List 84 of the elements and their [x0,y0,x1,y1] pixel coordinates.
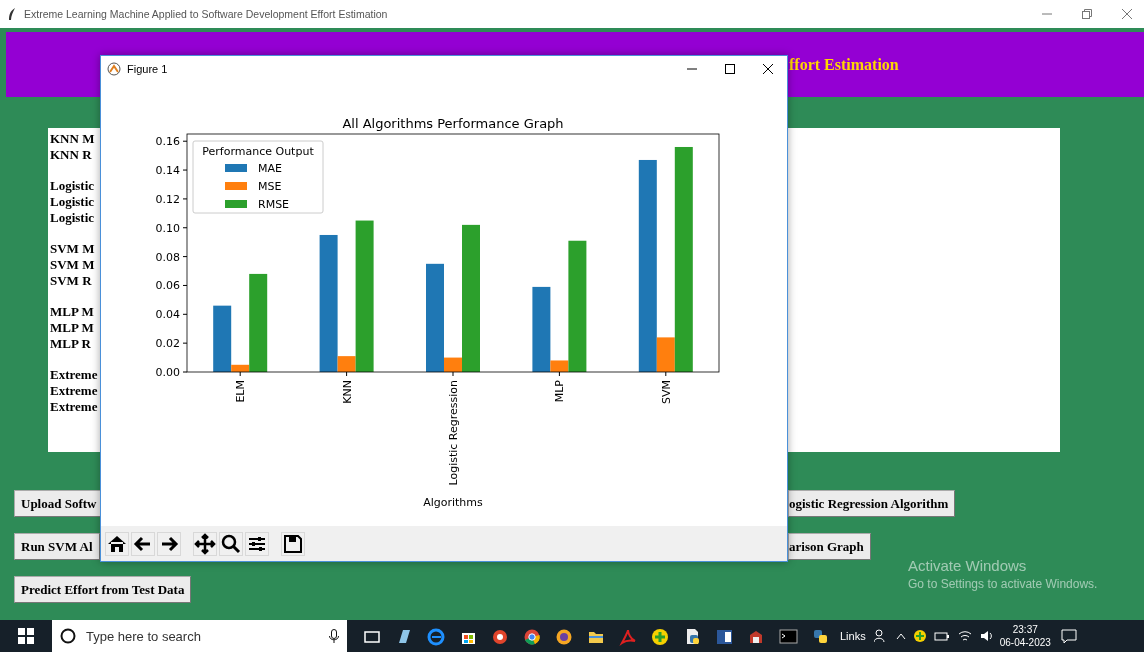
y-tick [182,256,188,258]
activation-notice-title: Activate Windows [908,557,1028,574]
y-tick [182,371,188,373]
x-tick [346,371,348,377]
browser-icon[interactable] [427,626,446,646]
x-tick-label: Logistic Regression [447,380,460,486]
links-toolbar-label[interactable]: Links [840,630,866,642]
result-line: MLP M [50,320,94,336]
clock-time[interactable]: 23:37 [1012,623,1038,636]
app-title: ffort Estimation [789,55,899,74]
caret-up-icon[interactable] [895,632,906,640]
y-tick-label: 0.12 [155,192,180,206]
result-line: SVM M [50,257,95,273]
action-button[interactable]: ogistic Regression Algorithm [788,490,956,517]
y-tick-label: 0.04 [155,308,180,322]
legend-label: MSE [258,180,282,193]
result-line: Logistic [50,194,95,210]
result-line: Logistic [50,210,95,226]
y-tick-label: 0.06 [155,279,180,293]
result-line: Logistic [50,178,95,194]
y-tick-label: 0.00 [155,366,180,379]
sliders-icon[interactable] [245,531,269,556]
y-tick [182,169,188,171]
clock-date[interactable]: 06-04-2023 [999,636,1051,649]
action-button[interactable]: Predict Effort from Test Data [14,576,192,603]
home-icon[interactable] [105,531,129,556]
x-tick-label: MLP [553,380,567,403]
move-arrows-icon[interactable] [193,531,217,556]
plus-circle-icon[interactable] [651,626,670,646]
plus-circle-icon[interactable] [913,630,926,642]
feather-icon [8,8,16,20]
y-tick-label: 0.10 [155,221,180,235]
result-line: KNN M [50,131,95,147]
y-tick-label: 0.16 [155,135,180,149]
window-title: Extreme Learning Machine Applied to Software Development Effort Estimation [24,8,388,20]
result-line: Extreme [50,367,98,383]
y-tick-label: 0.02 [155,337,180,351]
restore-icon[interactable] [1082,9,1092,19]
result-line: SVM M [50,241,95,257]
chart-title: All Algorithms Performance Graph [342,116,564,131]
search-icon[interactable] [219,531,243,556]
close-icon[interactable] [763,63,773,74]
result-line: MLP M [50,304,94,320]
y-tick [182,313,188,315]
save-icon[interactable] [281,531,305,556]
search-bar[interactable]: Type here to search [52,620,347,652]
action-button[interactable]: arison Graph [788,533,871,560]
legend-label: MAE [258,162,283,175]
result-line: KNN R [50,147,92,163]
x-tick [239,371,241,377]
x-tick [452,371,454,377]
speaker-icon[interactable] [979,630,994,642]
wifi-icon[interactable] [957,630,972,642]
x-tick-label: KNN [340,380,354,404]
y-tick [182,342,188,344]
result-line: Extreme [50,383,98,399]
y-tick-label: 0.08 [155,250,180,264]
maximize-icon[interactable] [725,63,735,74]
action-button[interactable]: Run SVM Al [14,533,100,560]
result-line: SVM R [50,273,92,289]
result-line: Extreme [50,399,98,415]
legend-label: RMSE [258,198,290,211]
x-tick [665,371,667,377]
window-title: Figure 1 [127,62,168,75]
battery-icon[interactable] [933,630,950,642]
x-tick-label: ELM [234,380,248,403]
microphone-icon [329,629,339,643]
chart-title: Performance Output [202,145,314,158]
y-tick [182,227,188,229]
windows-start-icon[interactable] [18,628,34,644]
x-tick [558,371,560,377]
figure-app-icon [107,61,121,76]
activation-notice-text: Go to Settings to activate Windows. [908,577,1098,591]
result-line: MLP R [50,336,91,352]
y-tick-label: 0.14 [155,164,180,178]
terminal-icon[interactable] [779,626,798,646]
x-axis-label: Algorithms [423,496,483,509]
notification-icon[interactable] [1060,628,1077,644]
y-tick [182,198,188,200]
people-icon[interactable] [873,629,888,643]
y-tick [182,284,188,286]
y-tick [182,140,188,142]
x-tick-label: SVM [659,380,673,404]
search-icon [60,628,76,644]
